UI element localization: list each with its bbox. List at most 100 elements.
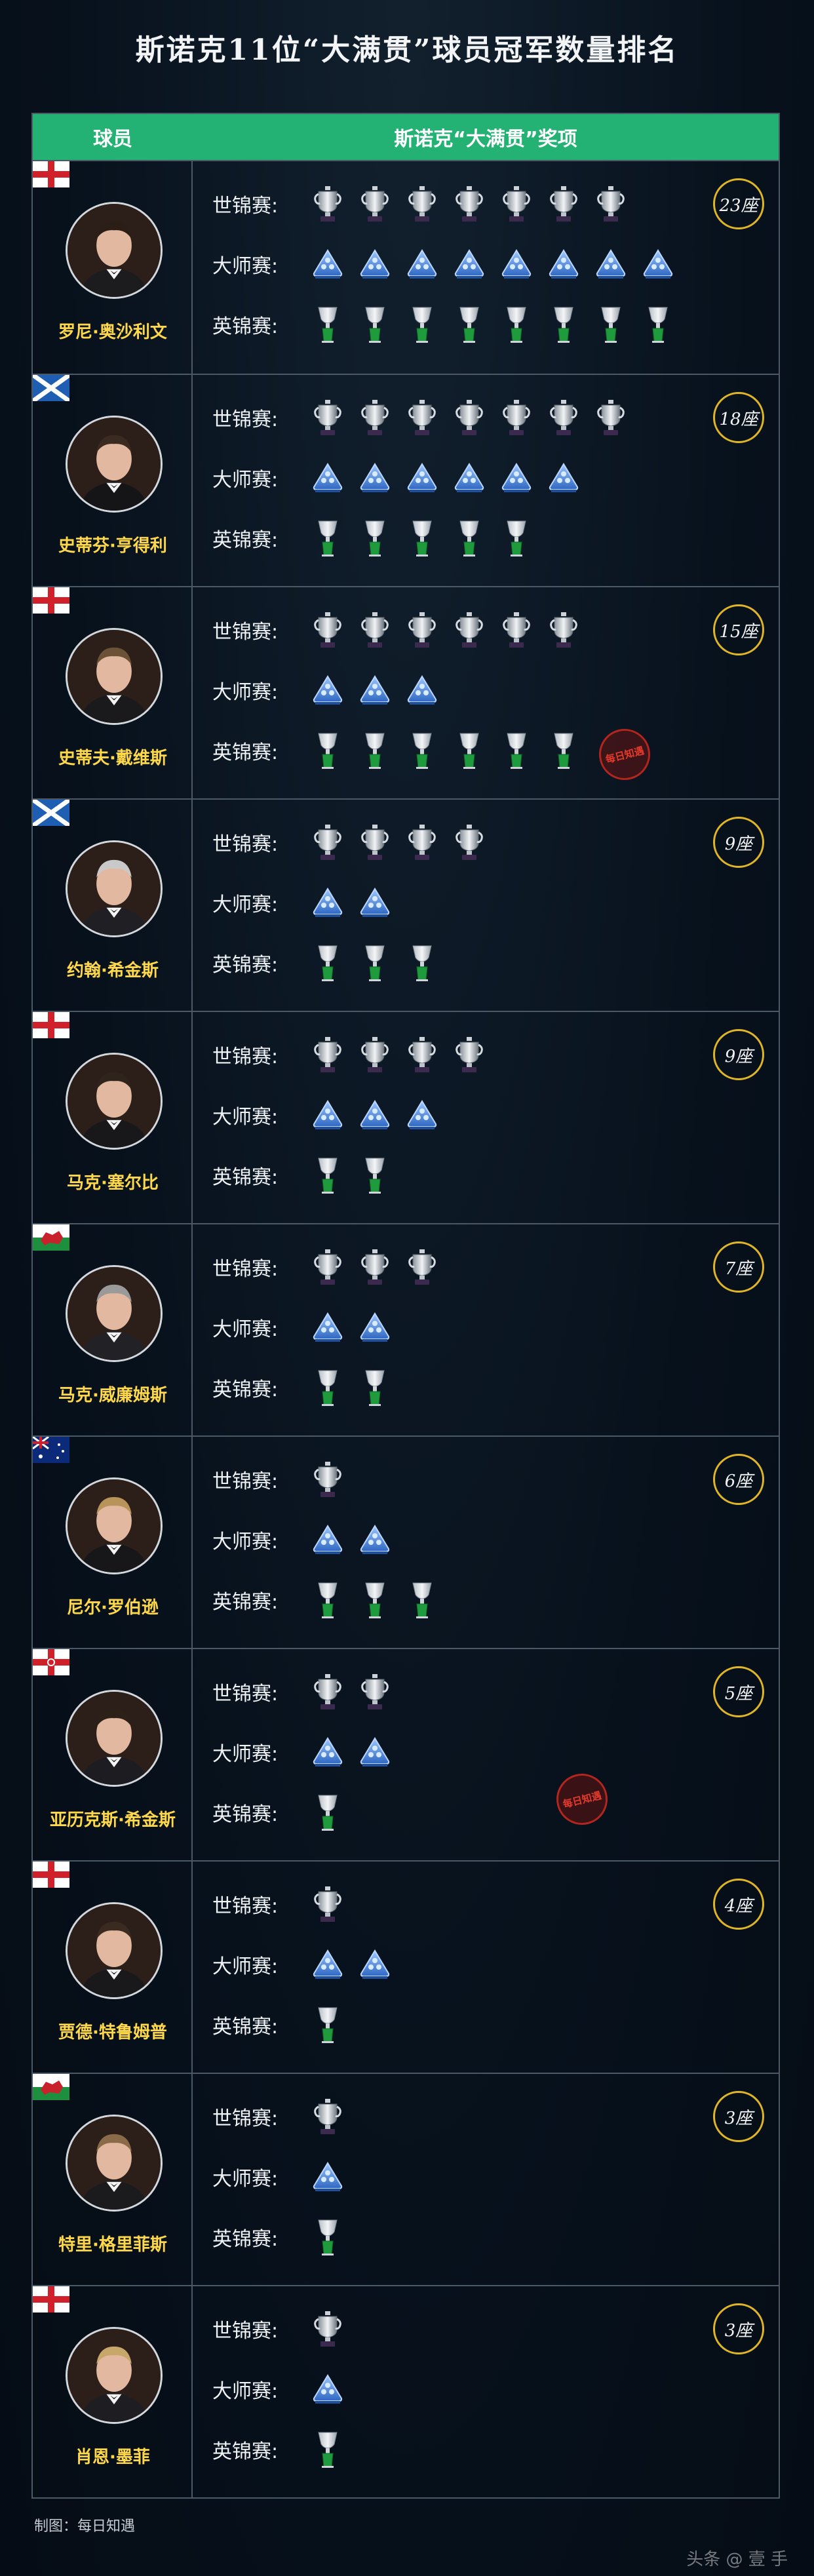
masters-trophy-icon xyxy=(634,244,682,284)
masters-trophy-icon xyxy=(304,1308,351,1347)
awards-cell: 世锦赛: 大师赛: 英锦赛: 5座 每日知遇 xyxy=(193,1649,779,1860)
uk-trophies xyxy=(304,1793,351,1832)
uk-label: 英锦赛: xyxy=(212,954,279,977)
total-count-badge: 3座 xyxy=(713,2091,764,2142)
uk-championship-trophy-icon xyxy=(540,305,587,344)
masters-trophies xyxy=(304,1732,398,1772)
watermark-stamp-icon: 每日知遇 xyxy=(551,1768,613,1831)
awards-cell: 世锦赛: 大师赛: 英锦赛: 4座 xyxy=(193,1862,779,2073)
player-cell: 约翰·希金斯 xyxy=(31,798,193,1011)
player-row: 特里·格里菲斯 世锦赛: 大师赛: 英锦赛: 3座 xyxy=(33,2073,779,2285)
player-cell: 马克·威廉姆斯 xyxy=(33,1224,193,1435)
world-championship-trophy-icon xyxy=(493,398,540,437)
player-row: 史蒂夫·戴维斯 世锦赛: 大师赛: 英锦赛: 15座 每日知遇 xyxy=(33,586,779,798)
uk-label: 英锦赛: xyxy=(212,1591,279,1614)
uk-label: 英锦赛: xyxy=(212,2228,279,2251)
masters-label: 大师赛: xyxy=(212,1955,279,1978)
world-championship-trophy-icon xyxy=(493,610,540,650)
uk-label: 英锦赛: xyxy=(212,1803,279,1826)
awards-cell: 世锦赛: 大师赛: 英锦赛: 3座 xyxy=(193,2074,779,2285)
masters-trophy-icon xyxy=(351,883,398,922)
masters-label: 大师赛: xyxy=(212,469,279,492)
world-championship-trophy-icon xyxy=(351,1247,398,1287)
total-count-badge: 3座 xyxy=(713,2303,764,2354)
masters-trophy-icon xyxy=(493,244,540,284)
world-trophies xyxy=(304,610,587,650)
player-row: 尼尔·罗伯逊 世锦赛: 大师赛: 英锦赛: 6座 xyxy=(32,1435,779,1648)
uk-award-line: 英锦赛: xyxy=(212,515,540,561)
player-name: 亚历克斯·希金斯 xyxy=(50,1810,176,1830)
uk-trophies xyxy=(304,2005,351,2044)
uk-trophies xyxy=(304,731,587,770)
uk-championship-trophy-icon xyxy=(540,731,587,770)
world-award-line: 世锦赛: xyxy=(212,1669,398,1715)
uk-championship-trophy-icon xyxy=(587,305,634,344)
scotland-flag-icon xyxy=(31,373,71,403)
page-title: 斯诺克11位“大满贯”球员冠军数量排名 xyxy=(135,33,679,67)
masters-trophy-icon xyxy=(304,671,351,710)
masters-trophy-icon xyxy=(304,2157,351,2196)
world-championship-trophy-icon xyxy=(351,610,398,650)
world-championship-trophy-icon xyxy=(304,1884,351,1924)
masters-trophy-icon xyxy=(351,458,398,498)
wales-flag-icon xyxy=(33,1224,69,1251)
awards-cell: 世锦赛: 大师赛: 英锦赛: 6座 xyxy=(193,1437,779,1648)
world-award-line: 世锦赛: xyxy=(212,395,634,440)
uk-championship-trophy-icon xyxy=(304,1580,351,1620)
world-championship-trophy-icon xyxy=(587,184,634,224)
player-row: 史蒂芬·亨得利 世锦赛: 大师赛: 英锦赛: 18座 xyxy=(31,373,779,586)
masters-trophy-icon xyxy=(446,458,493,498)
masters-trophy-icon xyxy=(493,458,540,498)
header-awards: 斯诺克“大满贯”奖项 xyxy=(394,128,577,151)
player-name: 肖恩·墨菲 xyxy=(75,2448,150,2467)
masters-trophy-icon xyxy=(304,1945,351,1984)
masters-trophies xyxy=(304,458,587,498)
player-cell: 亚历克斯·希金斯 xyxy=(33,1649,193,1860)
uk-award-line: 英锦赛: xyxy=(212,1365,398,1411)
world-label: 世锦赛: xyxy=(212,1470,279,1493)
masters-award-line: 大师赛: xyxy=(212,880,398,926)
masters-trophies xyxy=(304,1520,398,1559)
masters-trophies xyxy=(304,2370,351,2409)
uk-championship-trophy-icon xyxy=(446,731,493,770)
world-label: 世锦赛: xyxy=(212,1683,279,1706)
uk-championship-trophy-icon xyxy=(304,2005,351,2044)
world-award-line: 世锦赛: xyxy=(212,607,587,653)
masters-trophy-icon xyxy=(446,244,493,284)
player-row: 马克·威廉姆斯 世锦赛: 大师赛: 英锦赛: 7座 xyxy=(33,1223,779,1435)
player-cell: 特里·格里菲斯 xyxy=(33,2074,193,2285)
masters-trophy-icon xyxy=(351,1520,398,1559)
england-flag-icon xyxy=(33,161,69,187)
masters-trophy-icon xyxy=(540,244,587,284)
uk-trophies xyxy=(304,518,540,558)
uk-award-line: 英锦赛: xyxy=(212,2427,351,2472)
england-flag-icon xyxy=(33,587,69,614)
player-avatar xyxy=(66,2327,163,2424)
world-award-line: 世锦赛: xyxy=(212,1456,351,1502)
masters-trophies xyxy=(304,1945,398,1984)
player-row: 亚历克斯·希金斯 世锦赛: 大师赛: 英锦赛: 5座 每日知遇 xyxy=(33,1648,779,1860)
player-avatar xyxy=(66,1690,163,1787)
masters-trophy-icon xyxy=(398,1095,446,1135)
world-trophies xyxy=(304,2097,351,2136)
world-award-line: 世锦赛: xyxy=(212,2306,351,2352)
total-count-badge: 18座 xyxy=(713,392,764,443)
player-row: 马克·塞尔比 世锦赛: 大师赛: 英锦赛: 9座 xyxy=(33,1011,779,1223)
world-championship-trophy-icon xyxy=(304,610,351,650)
masters-trophy-icon xyxy=(540,458,587,498)
uk-trophies xyxy=(304,1580,446,1620)
scotland-flag-icon xyxy=(31,798,71,828)
total-count-badge: 5座 xyxy=(713,1666,764,1717)
uk-championship-trophy-icon xyxy=(351,1156,398,1195)
world-championship-trophy-icon xyxy=(398,184,446,224)
stamp-text: 每日知遇 xyxy=(561,1789,603,1810)
player-name: 马克·塞尔比 xyxy=(67,1173,159,1193)
world-championship-trophy-icon xyxy=(398,823,446,862)
awards-cell: 世锦赛: 大师赛: 英锦赛: 7座 xyxy=(193,1224,779,1435)
masters-award-line: 大师赛: xyxy=(212,1092,446,1138)
world-championship-trophy-icon xyxy=(540,398,587,437)
uk-championship-trophy-icon xyxy=(304,1156,351,1195)
player-name: 史蒂夫·戴维斯 xyxy=(58,749,167,768)
uk-championship-trophy-icon xyxy=(493,518,540,558)
uk-award-line: 英锦赛: xyxy=(212,1789,351,1835)
